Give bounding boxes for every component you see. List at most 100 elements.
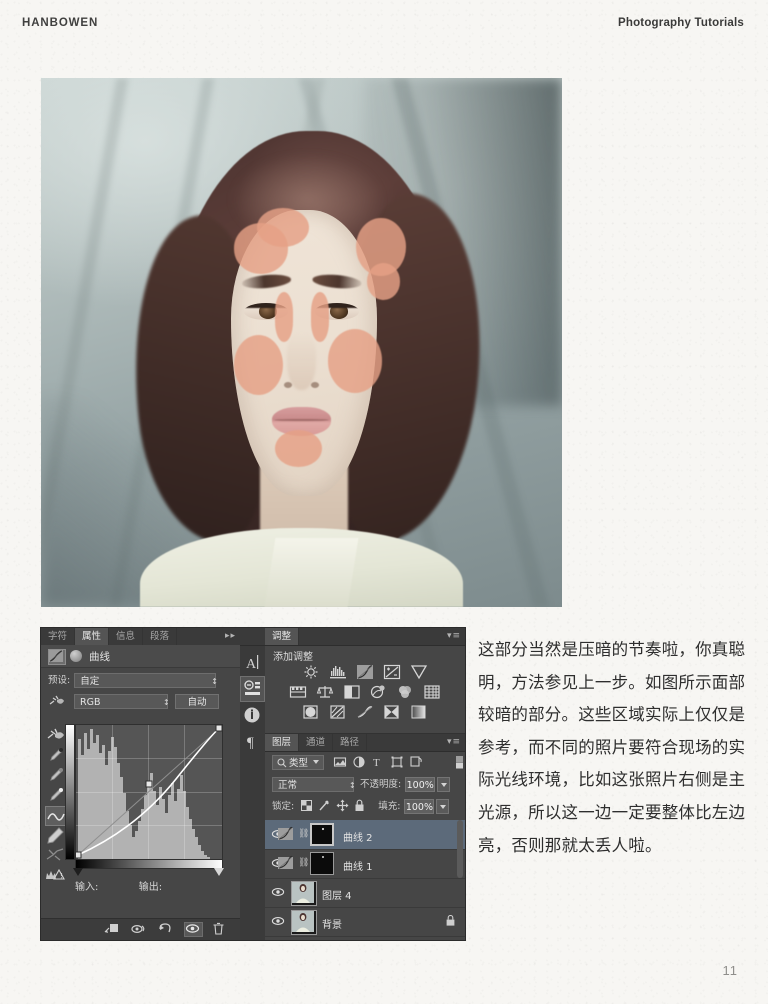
layer-mask-link-icon[interactable]: ⛓ (298, 829, 309, 839)
layer-row-layer-4[interactable]: 图层 4 (265, 878, 465, 908)
curve-pencil-icon[interactable] (45, 806, 67, 826)
pixel-filter-icon[interactable] (333, 755, 347, 772)
eyedropper-black-icon[interactable] (45, 746, 67, 766)
panel-collapse-icon[interactable]: ▸▸ (225, 628, 236, 645)
posterize-icon[interactable] (329, 704, 347, 720)
toggle-visibility-icon[interactable] (184, 922, 203, 937)
gradient-map-icon[interactable] (410, 704, 428, 720)
layer-name[interactable]: 曲线 2 (343, 829, 373, 844)
hue-saturation-icon[interactable] (289, 684, 307, 700)
layer-locked-icon (446, 914, 455, 926)
adjustment-filter-icon[interactable] (352, 755, 366, 772)
svg-text:¶: ¶ (247, 735, 254, 751)
layers-scrollbar[interactable] (457, 820, 463, 878)
shape-filter-icon[interactable] (390, 755, 404, 772)
selective-color-icon[interactable] (383, 704, 401, 720)
tab-paragraph[interactable]: 段落 (143, 628, 178, 645)
adjustment-row-2 (265, 684, 465, 704)
layer-mask-thumbnail[interactable] (310, 852, 334, 875)
curves-panel-header: 曲线 (41, 645, 240, 668)
adjustments-menu-icon[interactable]: ▾≡ (447, 628, 461, 645)
layer-row-curves-2[interactable]: ⛓ 曲线 2 (265, 820, 465, 850)
search-icon (277, 758, 287, 771)
smooth-curve-icon[interactable] (45, 846, 67, 866)
clip-to-layer-icon[interactable] (103, 922, 122, 937)
channel-mixer-icon[interactable] (396, 684, 414, 700)
photo-filter-icon[interactable] (369, 684, 387, 700)
layer-mask-thumbnail[interactable] (310, 823, 334, 846)
vibrance-icon[interactable] (410, 664, 428, 680)
black-white-icon[interactable] (343, 684, 361, 700)
lock-position-icon[interactable] (336, 799, 349, 815)
adjustments-tool-icon[interactable] (240, 676, 265, 702)
lock-image-icon[interactable] (318, 799, 331, 815)
layer-visibility-icon[interactable] (271, 915, 285, 927)
smart-object-filter-icon[interactable] (409, 755, 423, 772)
preset-select[interactable]: 自定 (74, 673, 217, 688)
eyedropper-gray-icon[interactable] (45, 766, 67, 786)
blend-mode-select[interactable]: 正常 (272, 777, 354, 792)
tab-layers[interactable]: 图层 (265, 734, 300, 751)
tab-info[interactable]: 信息 (109, 628, 144, 645)
exposure-icon[interactable] (383, 664, 401, 680)
retouch-mark-chin (275, 429, 323, 467)
opacity-dropdown-icon[interactable] (437, 777, 451, 792)
black-point-slider[interactable] (73, 868, 83, 876)
info-tool-icon[interactable] (240, 702, 265, 728)
layer-thumbnail[interactable] (291, 881, 317, 906)
channel-select[interactable]: RGB (74, 694, 168, 709)
clipping-warning-icon[interactable] (45, 866, 67, 886)
auto-button[interactable]: 自动 (175, 694, 219, 709)
layer-thumbnail[interactable] (291, 910, 317, 935)
eyedropper-white-icon[interactable] (45, 786, 67, 806)
target-adjustment-icon[interactable] (48, 694, 70, 714)
curves-graph[interactable] (75, 724, 223, 860)
layer-name[interactable]: 背景 (322, 916, 342, 931)
color-balance-icon[interactable] (316, 684, 334, 700)
curves-icon[interactable] (356, 664, 374, 680)
type-filter-icon[interactable]: T (371, 755, 385, 772)
tab-paths[interactable]: 路径 (333, 734, 368, 751)
channel-row: RGB 自动 (48, 694, 238, 710)
hand-adjust-icon[interactable] (45, 726, 67, 746)
threshold-icon[interactable] (356, 704, 374, 720)
layer-name[interactable]: 曲线 1 (343, 858, 373, 873)
layer-row-background[interactable]: 背景 (265, 907, 465, 937)
fill-label: 填充: (378, 801, 401, 812)
levels-icon[interactable] (329, 664, 347, 680)
lock-all-icon[interactable] (354, 799, 365, 815)
tab-channels[interactable]: 通道 (299, 734, 334, 751)
opacity-value[interactable]: 100% (405, 777, 436, 792)
fill-value[interactable]: 100% (404, 799, 435, 814)
paragraph-tool-icon[interactable]: ¶ (240, 728, 265, 754)
layer-mask-link-icon[interactable]: ⛓ (298, 858, 309, 868)
tab-adjustments[interactable]: 调整 (265, 628, 300, 645)
reset-icon[interactable] (157, 922, 176, 937)
fill-dropdown-icon[interactable] (436, 799, 450, 814)
tab-character[interactable]: 字符 (41, 628, 76, 645)
layer-name[interactable]: 图层 4 (322, 887, 352, 902)
tone-curve[interactable] (76, 725, 222, 859)
invert-icon[interactable] (302, 704, 320, 720)
tutorial-photo (41, 78, 562, 607)
layer-row-curves-1[interactable]: ⛓ 曲线 1 (265, 849, 465, 879)
pencil-icon[interactable] (45, 826, 67, 846)
section-title: Photography Tutorials (617, 17, 744, 29)
layer-visibility-icon[interactable] (271, 886, 285, 898)
tab-properties[interactable]: 属性 (75, 628, 110, 645)
delete-icon[interactable] (211, 922, 230, 937)
filter-toggle-icon[interactable] (455, 755, 464, 773)
blend-opacity-row: 正常 不透明度: 100% (272, 777, 464, 793)
layers-menu-icon[interactable]: ▾≡ (447, 734, 461, 751)
add-adjustment-label: 添加调整 (273, 652, 313, 663)
white-point-slider[interactable] (214, 868, 224, 876)
color-lookup-icon[interactable] (423, 684, 441, 700)
previous-state-icon[interactable] (130, 922, 149, 937)
svg-text:T: T (373, 757, 380, 769)
lock-transparent-icon[interactable] (300, 799, 313, 815)
page-number: 11 (722, 963, 738, 978)
dock-grip[interactable] (240, 628, 265, 646)
character-tool-icon[interactable]: A (240, 650, 265, 676)
brightness-contrast-icon[interactable] (302, 664, 320, 680)
retouch-mark-nose-right (310, 292, 329, 343)
